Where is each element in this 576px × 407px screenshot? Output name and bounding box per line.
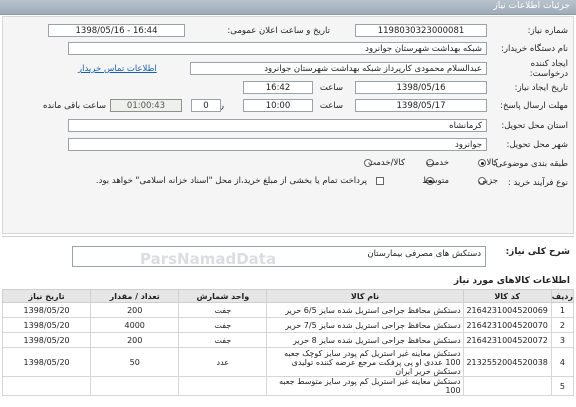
table-row[interactable]: 2 2164231004520070 دستکش محافظ جراحی است… (1, 317, 575, 333)
category-label: طبقه بندی موضوعی: (492, 159, 568, 169)
cell-name: دستکش محافظ جراحی استریل شده سایز 8 حریر (266, 332, 464, 348)
cell-row: 4 (550, 347, 575, 377)
cell-name: دستکش محافظ جراحی استریل شده سایز 7/5 حر… (266, 317, 464, 333)
creator-label: ایجاد کننده درخواست: (529, 59, 568, 79)
cell-date: 1398/05/20 (1, 332, 92, 348)
created-date-field[interactable]: 1398/05/16 (355, 81, 487, 94)
col-row: ردیف (550, 289, 575, 303)
cell-row: 2 (550, 317, 575, 333)
col-qty: تعداد / مقدار (90, 289, 180, 303)
created-time-label: ساعت (319, 83, 343, 93)
table-row[interactable]: 5 دستکش معاینه غیر استریل کم پودر سایز م… (1, 376, 575, 396)
category-option-service: خدمت (426, 158, 449, 168)
need-number-label: شماره نیاز: (527, 26, 568, 36)
cell-unit (178, 376, 268, 396)
description-text: دستکش های مصرفی بیمارستان (367, 249, 481, 259)
col-name: نام کالا (266, 289, 464, 303)
creator-field[interactable]: عبدالسلام محمودی کارپرداز شبکه بهداشت شه… (190, 62, 487, 75)
cell-date: 1398/05/20 (1, 302, 92, 318)
treasury-checkbox[interactable] (376, 177, 384, 185)
remaining-time-field: 01:00:43 (110, 99, 182, 112)
description-label: شرح کلی نیاز: (505, 247, 570, 257)
province-label: استان محل تحویل: (501, 121, 568, 131)
cell-code: 2164231004520069 (462, 302, 552, 318)
cell-unit: جفت (178, 302, 268, 318)
section-divider (2, 236, 574, 237)
watermark: ParsNamadData (140, 250, 277, 268)
category-option-goods: کالا (486, 158, 498, 168)
cell-code: 2164231004520070 (462, 317, 552, 333)
panel-title: جزئیات اطلاعات نیاز (493, 1, 570, 11)
buyer-org-field[interactable]: شبکه بهداشت شهرستان جوانرود (68, 42, 487, 55)
cell-name: دستکش معاینه غیر استریل کم پودر سایز کوچ… (266, 347, 464, 377)
announce-date-field[interactable]: 1398/05/16 - 16:44 (48, 24, 185, 37)
cell-code: 2132552004520038 (462, 347, 552, 377)
goods-table-header: ردیف کد کالا نام کالا واحد شمارش تعداد /… (1, 289, 575, 303)
cell-qty: 4000 (90, 317, 180, 333)
days-field[interactable]: 0 (191, 99, 221, 112)
description-field[interactable]: دستکش های مصرفی بیمارستان (72, 246, 486, 267)
table-row[interactable]: 4 2132552004520038 دستکش معاینه غیر استر… (1, 347, 575, 377)
announce-date-label: تاریخ و ساعت اعلان عمومی: (227, 26, 330, 36)
created-date-label: تاریخ ایجاد نیاز: (514, 83, 568, 93)
created-time-field[interactable]: 16:42 (243, 81, 313, 94)
col-code: کد کالا (462, 289, 552, 303)
category-radio-goods[interactable] (478, 159, 486, 167)
province-field[interactable]: کرمانشاه (68, 119, 487, 132)
cell-name: دستکش محافظ جراحی استریل شده سایز 6/5 حر… (266, 302, 464, 318)
goods-section-title: اطلاعات کالاهای مورد نیاز (453, 276, 570, 286)
goods-table: ردیف کد کالا نام کالا واحد شمارش تعداد /… (1, 289, 575, 396)
cell-unit: جفت (178, 317, 268, 333)
cell-qty: 200 (90, 332, 180, 348)
buyer-org-label: نام دستگاه خریدار: (501, 44, 568, 54)
cell-row: 5 (550, 376, 575, 396)
panel-header: جزئیات اطلاعات نیاز (0, 0, 576, 15)
cell-qty: 50 (90, 347, 180, 377)
cell-qty: 200 (90, 302, 180, 318)
cell-code: 2164231004520072 (462, 332, 552, 348)
cell-date: 1398/05/20 (1, 317, 92, 333)
cell-date (1, 376, 92, 396)
deadline-time-label: ساعت (319, 101, 343, 111)
category-option-both: کالا/خدمت (368, 158, 405, 168)
cell-row: 1 (550, 302, 575, 318)
purchase-option-medium: متوسط (422, 176, 449, 186)
purchase-option-partial: جزیی (478, 176, 498, 186)
need-number-field[interactable]: 1198030323000081 (355, 24, 487, 37)
table-row[interactable]: 1 2164231004520069 دستکش محافظ جراحی است… (1, 302, 575, 318)
table-row[interactable]: 3 2164231004520072 دستکش محافظ جراحی است… (1, 332, 575, 348)
city-label: شهر محل تحویل: (506, 140, 568, 150)
cell-unit: عدد (178, 347, 268, 377)
col-unit: واحد شمارش (178, 289, 268, 303)
treasury-note: پرداخت تمام یا بخشی از مبلغ خرید،از محل … (95, 176, 367, 186)
buyer-contact-link[interactable]: اطلاعات تماس خریدار (78, 64, 157, 74)
cell-row: 3 (550, 332, 575, 348)
deadline-time-field[interactable]: 10:00 (243, 99, 313, 112)
cell-code (462, 376, 552, 396)
cell-name: دستکش معاینه غیر استریل کم پودر سایز متو… (266, 376, 464, 396)
deadline-date-field[interactable]: 1398/05/17 (355, 99, 487, 112)
city-field[interactable]: جوانرود (68, 138, 487, 151)
remaining-time-label: ساعت باقی مانده (42, 101, 106, 111)
cell-unit: جفت (178, 332, 268, 348)
col-date: تاریخ نیاز (1, 289, 92, 303)
purchase-type-label: نوع فرآیند خرید : (507, 178, 568, 188)
cell-qty (90, 376, 180, 396)
deadline-label: مهلت ارسال پاسخ: (500, 101, 568, 111)
cell-date: 1398/05/20 (1, 347, 92, 377)
